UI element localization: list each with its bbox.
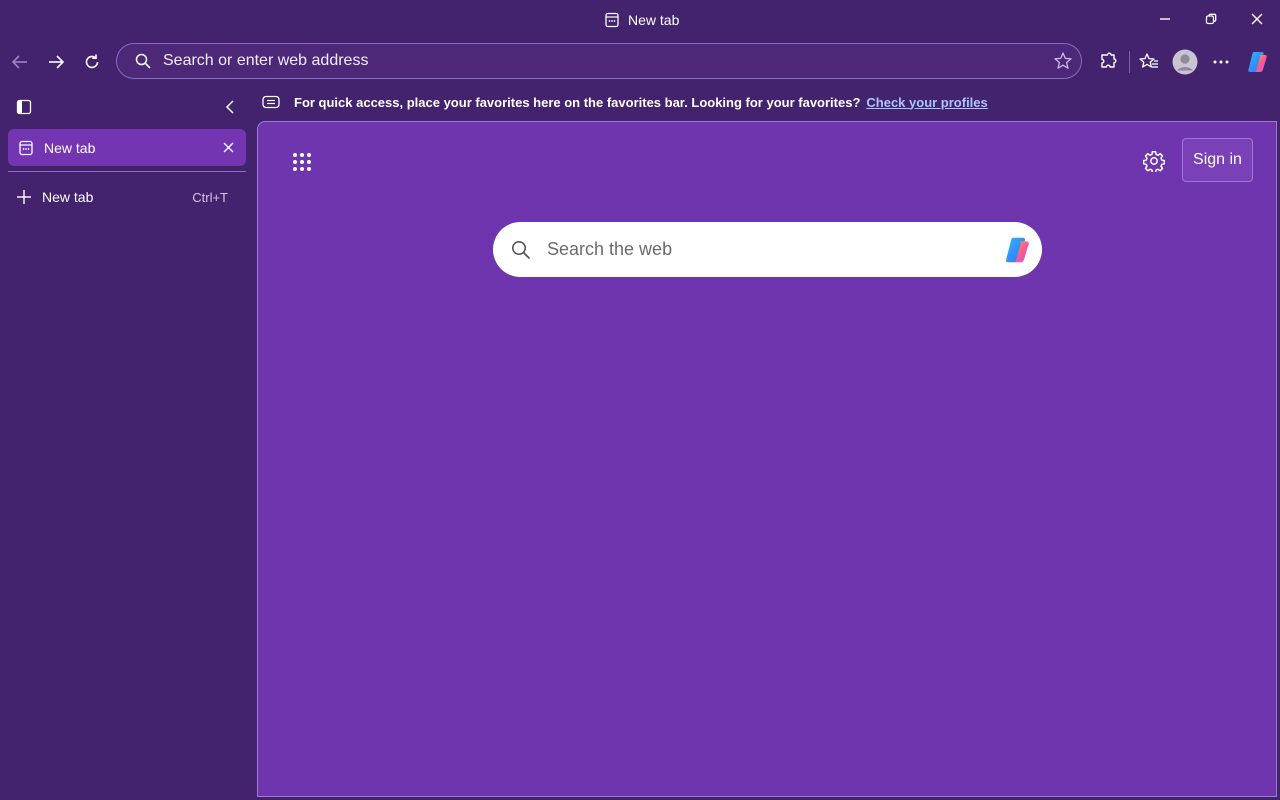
sign-in-button[interactable]: Sign in [1182, 138, 1253, 182]
more-button[interactable] [1204, 45, 1238, 79]
tab-page-icon [604, 12, 620, 28]
sidebar-divider [8, 171, 246, 172]
copilot-icon[interactable] [1002, 234, 1034, 266]
page-settings-button[interactable] [1138, 145, 1170, 177]
new-tab-shortcut: Ctrl+T [192, 189, 228, 205]
address-input[interactable]: Search or enter web address [163, 52, 368, 70]
minimize-button[interactable] [1142, 4, 1188, 34]
favorites-bar-message: For quick access, place your favorites h… [294, 94, 861, 110]
refresh-button[interactable] [76, 46, 108, 78]
toolbar-divider [1129, 51, 1130, 73]
check-profiles-link[interactable]: Check your profiles [866, 95, 987, 110]
new-tab-button[interactable]: New tab Ctrl+T [8, 184, 246, 210]
new-tab-label: New tab [42, 189, 94, 205]
search-icon [511, 240, 531, 260]
tab-page-icon [18, 140, 34, 156]
web-search-box[interactable]: Search the web [493, 222, 1042, 277]
close-tab-button[interactable] [218, 137, 238, 157]
forward-icon [47, 53, 65, 71]
address-bar[interactable]: Search or enter web address [116, 43, 1082, 79]
add-favorite-star-icon[interactable] [1053, 51, 1073, 71]
back-button[interactable] [4, 46, 36, 78]
refresh-icon [83, 53, 101, 71]
close-window-button[interactable] [1234, 4, 1280, 34]
vertical-tabs-icon [16, 99, 32, 115]
more-icon [1212, 59, 1230, 65]
back-icon [11, 53, 29, 71]
search-icon [135, 53, 151, 69]
copilot-button[interactable] [1241, 45, 1275, 79]
chevron-left-icon [225, 99, 235, 115]
tab-new-tab[interactable]: New tab [8, 129, 246, 166]
extensions-button[interactable] [1091, 45, 1125, 79]
collapse-sidebar-button[interactable] [216, 94, 244, 120]
app-launcher-button[interactable] [286, 146, 318, 178]
web-search-input[interactable]: Search the web [547, 239, 672, 260]
plus-icon [14, 187, 34, 207]
forward-button[interactable] [40, 46, 72, 78]
favorites-icon [1139, 52, 1159, 72]
window-title: New tab [604, 10, 679, 30]
restore-button[interactable] [1188, 4, 1234, 34]
copilot-icon [1245, 49, 1271, 75]
extensions-icon [1098, 52, 1118, 72]
favorites-button[interactable] [1132, 45, 1166, 79]
window-title-text: New tab [628, 12, 680, 28]
tab-actions-button[interactable] [10, 94, 38, 120]
profile-button[interactable] [1168, 45, 1202, 79]
favorites-bar-icon [262, 95, 280, 109]
favorites-bar: For quick access, place your favorites h… [262, 90, 988, 114]
app-grid-icon [292, 152, 312, 172]
gear-icon [1143, 150, 1165, 172]
tab-label: New tab [44, 139, 96, 156]
profile-avatar [1172, 49, 1198, 75]
